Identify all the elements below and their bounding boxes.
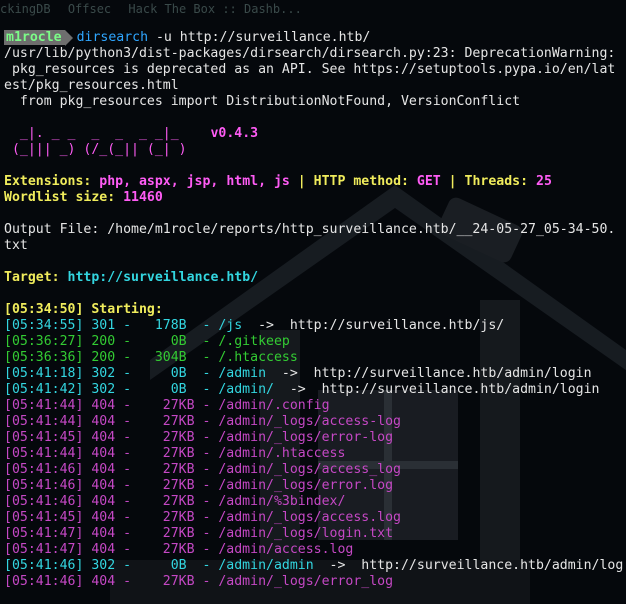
warning-line: from pkg_resources import DistributionNo… [4,94,521,109]
version-label: v0.4.3 [210,126,259,141]
redirect-arrow: -> [273,382,322,397]
terminal-window[interactable]: ckingDB Offsec Hack The Box :: Dashb... … [0,0,626,604]
browser-tab-strip: ckingDB Offsec Hack The Box :: Dashb... [0,2,626,18]
wordlist-line: Wordlist size: 11460 [4,190,163,206]
wordlist-label: Wordlist size: [4,190,124,205]
redirect-arrow: -> [313,558,362,573]
result-text: [05:34:55] 301 - 178B - /js [4,318,243,333]
result-row: [05:41:46] 404 - 27KB - /admin/_logs/acc… [4,462,401,478]
result-text: [05:36:27] 200 - 0B - /.gitkeep [4,334,290,349]
result-text: [05:36:36] 200 - 304B - /.htaccess [4,350,298,365]
threads-value: 25 [536,174,552,189]
tab-hackthebox[interactable]: Hack The Box :: Dashb... [128,2,301,16]
result-row: [05:41:45] 404 - 27KB - /admin/_logs/acc… [4,510,401,526]
redirect-url: http://surveillance.htb/admin/log [361,558,624,573]
starting-line: [05:34:50] Starting: [4,302,171,318]
redirect-url: http://surveillance.htb/admin/login [313,366,592,381]
result-text: [05:41:46] 404 - 27KB - /admin/%3bindex/ [4,494,346,509]
result-text: [05:41:46] 404 - 27KB - /admin/_logs/err… [4,574,394,589]
output-file-line: Output File: /home/m1rocle/reports/http_… [4,222,616,237]
separator: | [440,174,465,189]
redirect-arrow: -> [242,318,290,333]
result-text: [05:41:45] 404 - 27KB - /admin/_logs/err… [4,430,394,445]
prompt-user-badge: m1rocle [4,30,65,45]
target-label: Target: [4,270,68,285]
result-text: [05:41:46] 404 - 27KB - /admin/_logs/acc… [4,462,401,477]
config-line: Extensions: php, aspx, jsp, html, js | H… [4,174,552,190]
result-row: [05:41:46] 404 - 27KB - /admin/_logs/err… [4,574,393,590]
dirsearch-logo-line1: _|. _ _ _ _ _ _|_ v0.4.3 [4,126,258,142]
result-text: [05:41:45] 404 - 27KB - /admin/_logs/acc… [4,510,401,525]
result-row: [05:41:44] 404 - 27KB - /admin/_logs/acc… [4,414,401,430]
result-text: [05:41:44] 404 - 27KB - /admin/_logs/acc… [4,414,401,429]
result-text: [05:41:47] 404 - 27KB - /admin/_logs/log… [4,526,394,541]
result-row: [05:41:45] 404 - 27KB - /admin/_logs/err… [4,430,393,446]
result-text: [05:41:44] 404 - 27KB - /admin/.config [4,398,330,413]
result-text: [05:41:44] 404 - 27KB - /admin/.htaccess [4,446,346,461]
wordlist-value: 11460 [123,190,163,205]
result-text: [05:41:46] 404 - 27KB - /admin/_logs/err… [4,478,394,493]
dirsearch-logo-line2: (_||| _) (/_(_|| (_| ) [4,142,211,157]
warning-line: pkg_resources is deprecated as an API. S… [4,62,616,77]
separator: | [289,174,314,189]
starting-time: [05:34:50] [4,302,84,317]
result-row: [05:41:46] 404 - 27KB - /admin/%3bindex/ [4,494,345,510]
warning-line: est/pkg_resources.html [4,78,179,93]
result-row: [05:41:47] 404 - 27KB - /admin/_logs/log… [4,526,393,542]
result-text: [05:41:46] 302 - 0B - /admin/admin [4,558,314,573]
result-text: [05:41:42] 302 - 0B - /admin/ [4,382,274,397]
result-row: [05:41:18] 302 - 0B - /admin -> http://s… [4,366,592,382]
warning-line: /usr/lib/python3/dist-packages/dirsearch… [4,46,616,61]
result-row: [05:34:55] 301 - 178B - /js -> http://su… [4,318,504,334]
target-url: http://surveillance.htb/ [67,270,259,285]
prompt-arrow-icon [64,30,73,46]
command-args: -u http://surveillance.htb/ [148,30,371,45]
method-label: HTTP method: [313,174,417,189]
result-row: [05:41:44] 404 - 27KB - /admin/.htaccess [4,446,345,462]
redirect-url: http://surveillance.htb/admin/login [321,382,600,397]
result-text: [05:41:47] 404 - 27KB - /admin/access.lo… [4,542,354,557]
extensions-label: Extensions: [4,174,100,189]
target-line: Target: http://surveillance.htb/ [4,270,258,286]
logo-text: _|. _ _ _ _ _ _|_ [4,126,211,141]
redirect-url: http://surveillance.htb/js/ [289,318,505,333]
result-row: [05:36:27] 200 - 0B - /.gitkeep [4,334,290,350]
threads-label: Threads: [464,174,537,189]
command-name: dirsearch [76,30,149,45]
result-row: [05:41:42] 302 - 0B - /admin/ -> http://… [4,382,599,398]
prompt-command-line: m1rocle dirsearch -u http://surveillance.… [4,30,370,46]
result-row: [05:41:46] 302 - 0B - /admin/admin -> ht… [4,558,623,574]
result-row: [05:36:36] 200 - 304B - /.htaccess [4,350,298,366]
redirect-arrow: -> [266,366,314,381]
result-row: [05:41:46] 404 - 27KB - /admin/_logs/err… [4,478,393,494]
extensions-value: php, aspx, jsp, html, js [99,174,290,189]
result-row: [05:41:47] 404 - 27KB - /admin/access.lo… [4,542,353,558]
result-row: [05:41:44] 404 - 27KB - /admin/.config [4,398,330,414]
method-value: GET [416,174,441,189]
tab-offsec[interactable]: Offsec [68,2,111,16]
starting-label: Starting: [83,302,171,317]
result-text: [05:41:18] 302 - 0B - /admin [4,366,267,381]
prompt-dir-line: [~] [4,13,60,44]
output-file-line: txt [4,238,28,253]
